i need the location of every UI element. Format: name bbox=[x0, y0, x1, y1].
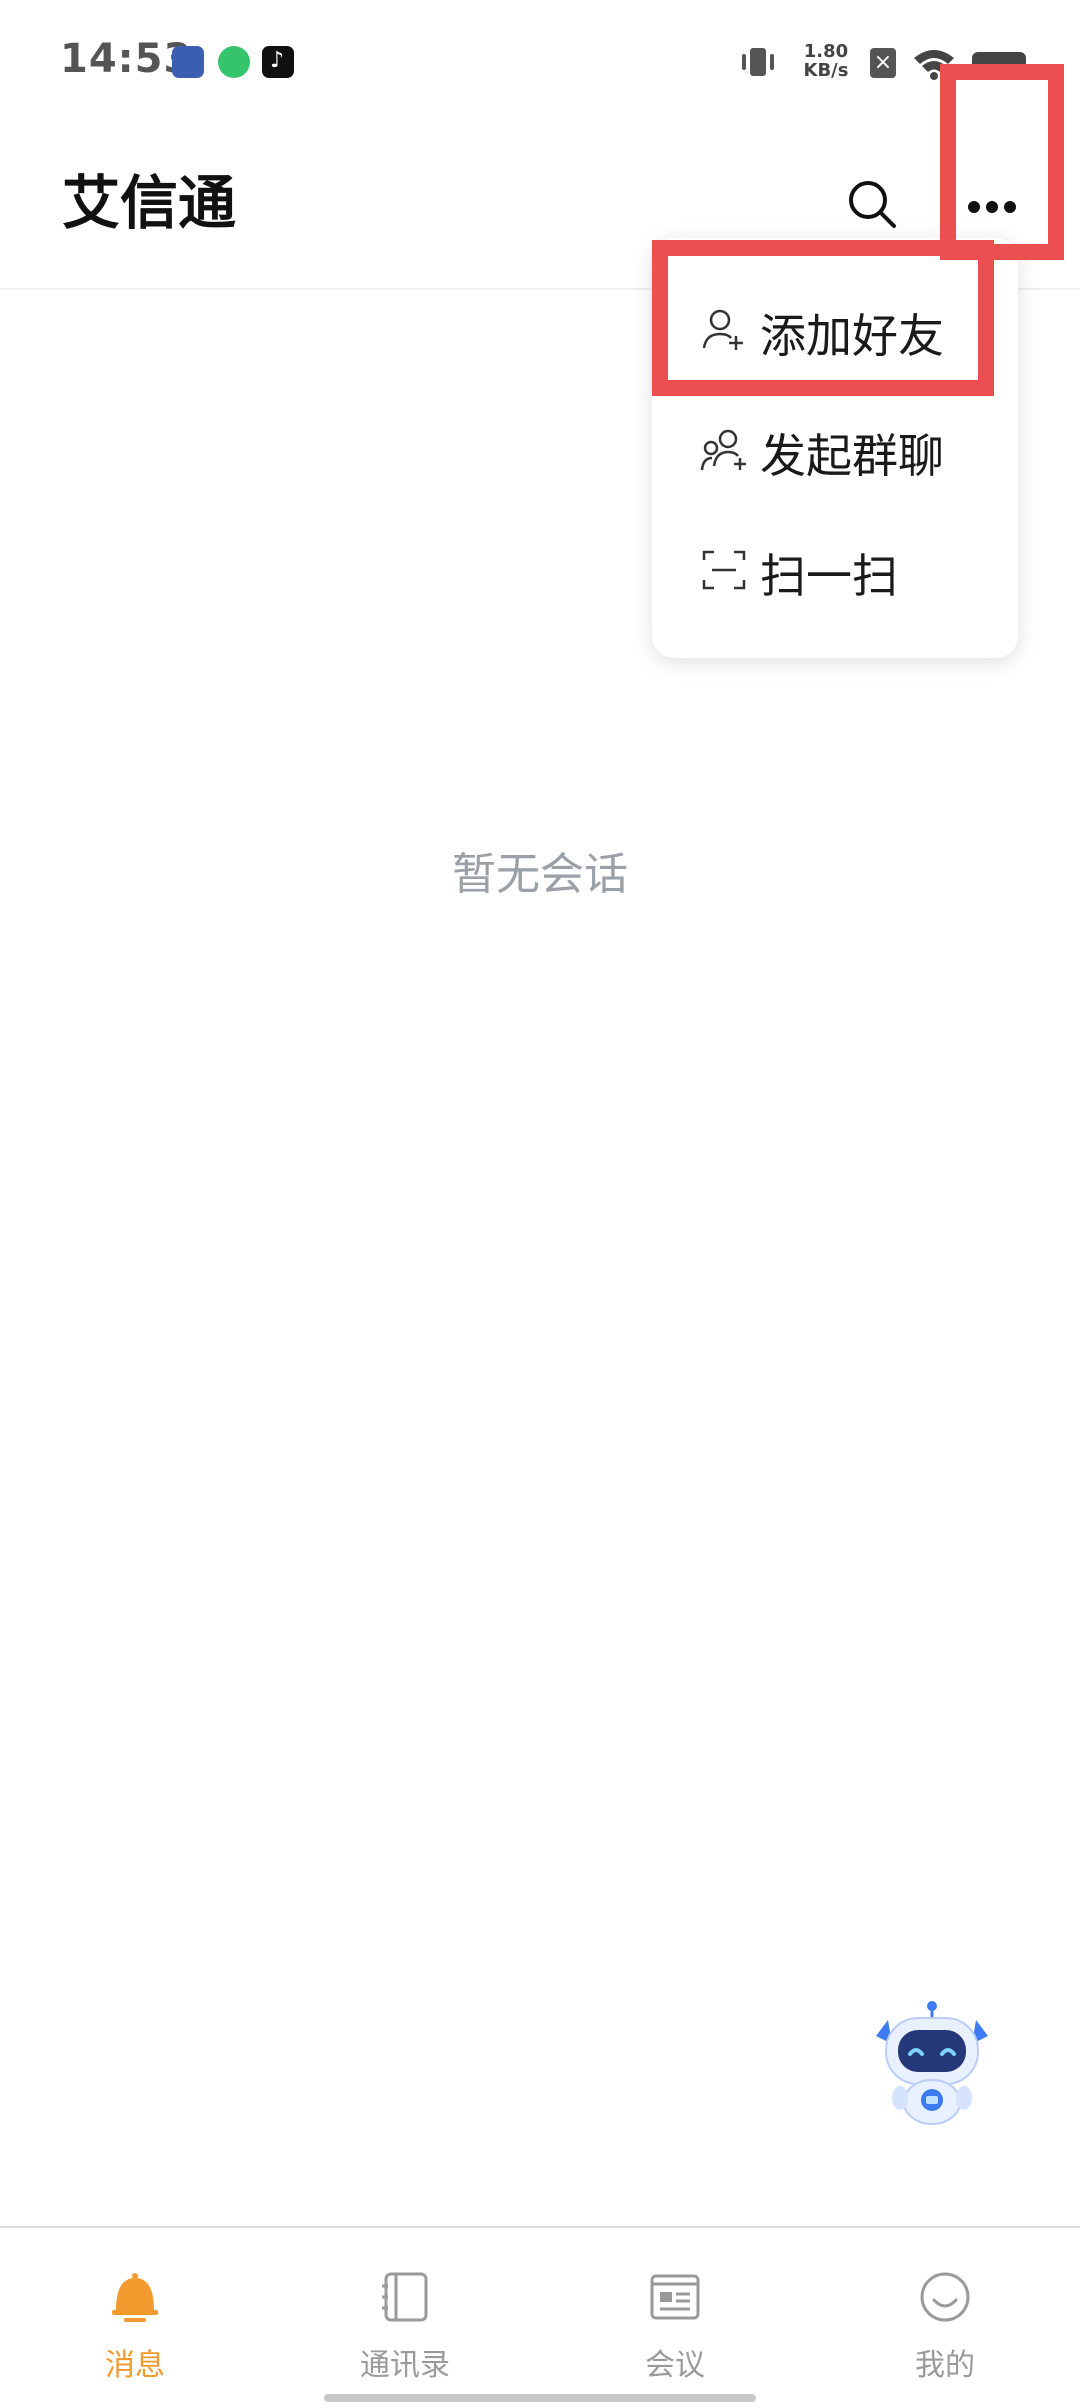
screen: 14:53 1.80 KB/s × 艾信通 bbox=[0, 0, 1080, 2408]
status-bar: 14:53 1.80 KB/s × bbox=[0, 0, 1080, 120]
home-indicator[interactable] bbox=[324, 2394, 756, 2402]
bell-icon bbox=[112, 2273, 158, 2322]
page-title: 艾信通 bbox=[62, 169, 237, 237]
tiktok-icon bbox=[262, 46, 294, 78]
scan-icon bbox=[702, 550, 746, 590]
highlight-add-friend bbox=[652, 240, 994, 396]
net-speed: 1.80 KB/s bbox=[796, 42, 856, 80]
tab-meetings[interactable]: 会议 bbox=[540, 2228, 810, 2408]
smile-icon bbox=[920, 2272, 970, 2322]
tab-profile[interactable]: 我的 bbox=[810, 2228, 1080, 2408]
bottom-nav: 消息 通讯录 会议 我的 bbox=[0, 2226, 1080, 2408]
menu-item-group-chat[interactable]: 发起群聊 bbox=[652, 388, 1018, 508]
tab-label: 我的 bbox=[915, 2348, 975, 2383]
search-button[interactable] bbox=[838, 170, 908, 240]
robot-icon bbox=[876, 2001, 988, 2125]
tab-label: 通讯录 bbox=[360, 2348, 450, 2383]
menu-item-scan[interactable]: 扫一扫 bbox=[652, 508, 1018, 628]
empty-state-text: 暂无会话 bbox=[452, 849, 628, 900]
menu-item-label: 发起群聊 bbox=[760, 429, 944, 483]
net-speed-value: 1.80 bbox=[803, 41, 849, 62]
app-icon bbox=[172, 46, 204, 78]
menu-item-label: 扫一扫 bbox=[760, 549, 898, 603]
search-icon bbox=[849, 181, 896, 228]
tab-label: 消息 bbox=[105, 2348, 165, 2383]
tab-messages[interactable]: 消息 bbox=[0, 2228, 270, 2408]
android-icon bbox=[218, 46, 250, 78]
group-chat-icon bbox=[700, 429, 746, 471]
tab-contacts[interactable]: 通讯录 bbox=[270, 2228, 540, 2408]
contacts-book-icon bbox=[382, 2272, 428, 2322]
tab-label: 会议 bbox=[645, 2348, 705, 2383]
highlight-more-button bbox=[940, 64, 1064, 260]
net-speed-unit: KB/s bbox=[803, 60, 849, 81]
robot-assistant-button[interactable] bbox=[870, 1998, 994, 2128]
vibrate-icon bbox=[742, 48, 774, 76]
meeting-icon bbox=[650, 2274, 700, 2320]
close-box-icon: × bbox=[870, 48, 896, 78]
